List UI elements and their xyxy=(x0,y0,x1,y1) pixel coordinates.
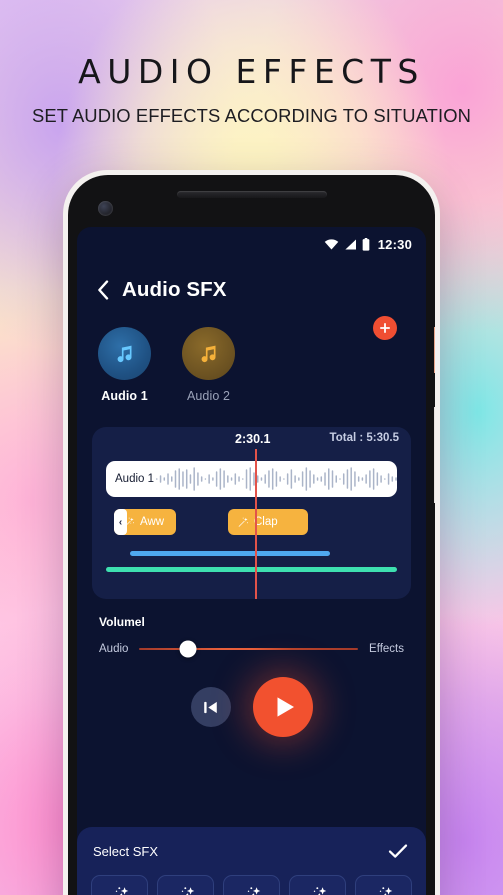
audio-track-2-avatar xyxy=(182,327,235,380)
magic-wand-icon xyxy=(115,886,129,895)
magic-wand-icon xyxy=(247,886,261,895)
select-sfx-sheet: Select SFX Aww xyxy=(77,827,426,895)
battery-icon xyxy=(362,237,370,251)
volume-slider[interactable] xyxy=(139,640,359,658)
timeline-current-time: 2:30.1 xyxy=(235,432,271,446)
clip-handle-left[interactable]: ‹ xyxy=(114,509,127,535)
sfx-item-fire[interactable]: Fire xyxy=(289,875,346,895)
volume-slider-thumb[interactable] xyxy=(179,640,197,658)
timeline-bar-blue[interactable] xyxy=(130,551,330,556)
sfx-item-beep[interactable]: Beep xyxy=(157,875,214,895)
wifi-icon xyxy=(324,238,339,250)
status-bar: 12:30 xyxy=(77,227,426,261)
previous-button[interactable] xyxy=(190,687,231,727)
promo-text-block: AUDIO EFFECTS SET AUDIO EFFECTS ACCORDIN… xyxy=(0,52,503,127)
sfx-grid: Aww Beep xyxy=(91,875,412,895)
volume-rocker-button[interactable] xyxy=(434,407,435,503)
phone-screen: 12:30 Audio SFX Audio 1 Audio 2 2:30.1 T… xyxy=(77,227,426,895)
waveform-graphic xyxy=(156,467,397,491)
audio-track-2[interactable]: Audio 2 xyxy=(182,327,235,403)
magic-wand-icon xyxy=(313,886,327,895)
status-bar-time: 12:30 xyxy=(377,236,412,252)
timeline-panel[interactable]: 2:30.1 Total : 5:30.5 Audio 1 Aww ‹ Clap xyxy=(92,427,411,599)
skip-previous-icon xyxy=(204,701,217,713)
volume-left-label: Audio xyxy=(99,643,129,655)
front-camera-icon xyxy=(98,201,113,216)
timeline-clip-aww-label: Aww xyxy=(140,516,165,528)
sfx-item-aww[interactable]: Aww xyxy=(91,875,148,895)
select-sfx-header: Select SFX xyxy=(91,839,412,863)
promo-headline: AUDIO EFFECTS xyxy=(78,52,425,91)
transport-controls xyxy=(77,677,426,737)
play-button[interactable] xyxy=(252,677,313,737)
magic-wand-icon xyxy=(379,886,393,895)
timeline-clip-aww[interactable]: Aww ‹ › xyxy=(114,509,176,535)
promo-subheadline: SET AUDIO EFFECTS ACCORDING TO SITUATION xyxy=(32,105,471,126)
add-audio-track-button[interactable] xyxy=(373,316,397,340)
power-button[interactable] xyxy=(434,327,435,373)
audio-track-1[interactable]: Audio 1 xyxy=(98,327,151,403)
play-icon xyxy=(277,697,294,717)
timeline-total-time: Total : 5:30.5 xyxy=(329,432,399,444)
volume-right-label: Effects xyxy=(369,643,404,655)
audio-track-1-avatar xyxy=(98,327,151,380)
check-icon[interactable] xyxy=(388,843,408,859)
volume-section: Volumel Audio Effects xyxy=(77,599,426,658)
audio-track-tabs: Audio 1 Audio 2 xyxy=(77,307,426,403)
page-title: Audio SFX xyxy=(122,278,227,301)
music-note-icon xyxy=(117,345,132,363)
timeline-playhead[interactable] xyxy=(255,449,257,599)
magic-wand-icon xyxy=(181,886,195,895)
phone-mockup: 12:30 Audio SFX Audio 1 Audio 2 2:30.1 T… xyxy=(63,170,440,895)
magic-wand-icon xyxy=(238,517,248,527)
sfx-item-drum[interactable]: Drum xyxy=(223,875,280,895)
waveform-track-label: Audio 1 xyxy=(115,473,155,485)
chevron-left-icon[interactable] xyxy=(97,280,109,300)
timeline-time-row: 2:30.1 Total : 5:30.5 xyxy=(92,427,411,453)
signal-icon xyxy=(345,239,356,249)
audio-track-1-label: Audio 1 xyxy=(101,389,148,403)
audio-track-2-label: Audio 2 xyxy=(186,389,231,403)
timeline-clip-row: Aww ‹ › Clap xyxy=(106,509,397,535)
earpiece-speaker xyxy=(176,191,327,198)
sfx-item-punch[interactable]: Punch xyxy=(355,875,412,895)
app-bar: Audio SFX xyxy=(77,261,426,307)
volume-slider-row: Audio Effects xyxy=(99,640,404,658)
music-note-icon xyxy=(201,345,216,363)
timeline-clip-clap[interactable]: Clap xyxy=(228,509,308,535)
timeline-clip-clap-label: Clap xyxy=(254,516,278,528)
phone-bezel: 12:30 Audio SFX Audio 1 Audio 2 2:30.1 T… xyxy=(68,175,435,895)
volume-title: Volumel xyxy=(99,615,145,629)
plus-icon xyxy=(379,322,391,334)
timeline-bar-teal[interactable] xyxy=(106,567,397,572)
select-sfx-title: Select SFX xyxy=(93,843,159,859)
waveform-track[interactable]: Audio 1 xyxy=(106,461,397,497)
